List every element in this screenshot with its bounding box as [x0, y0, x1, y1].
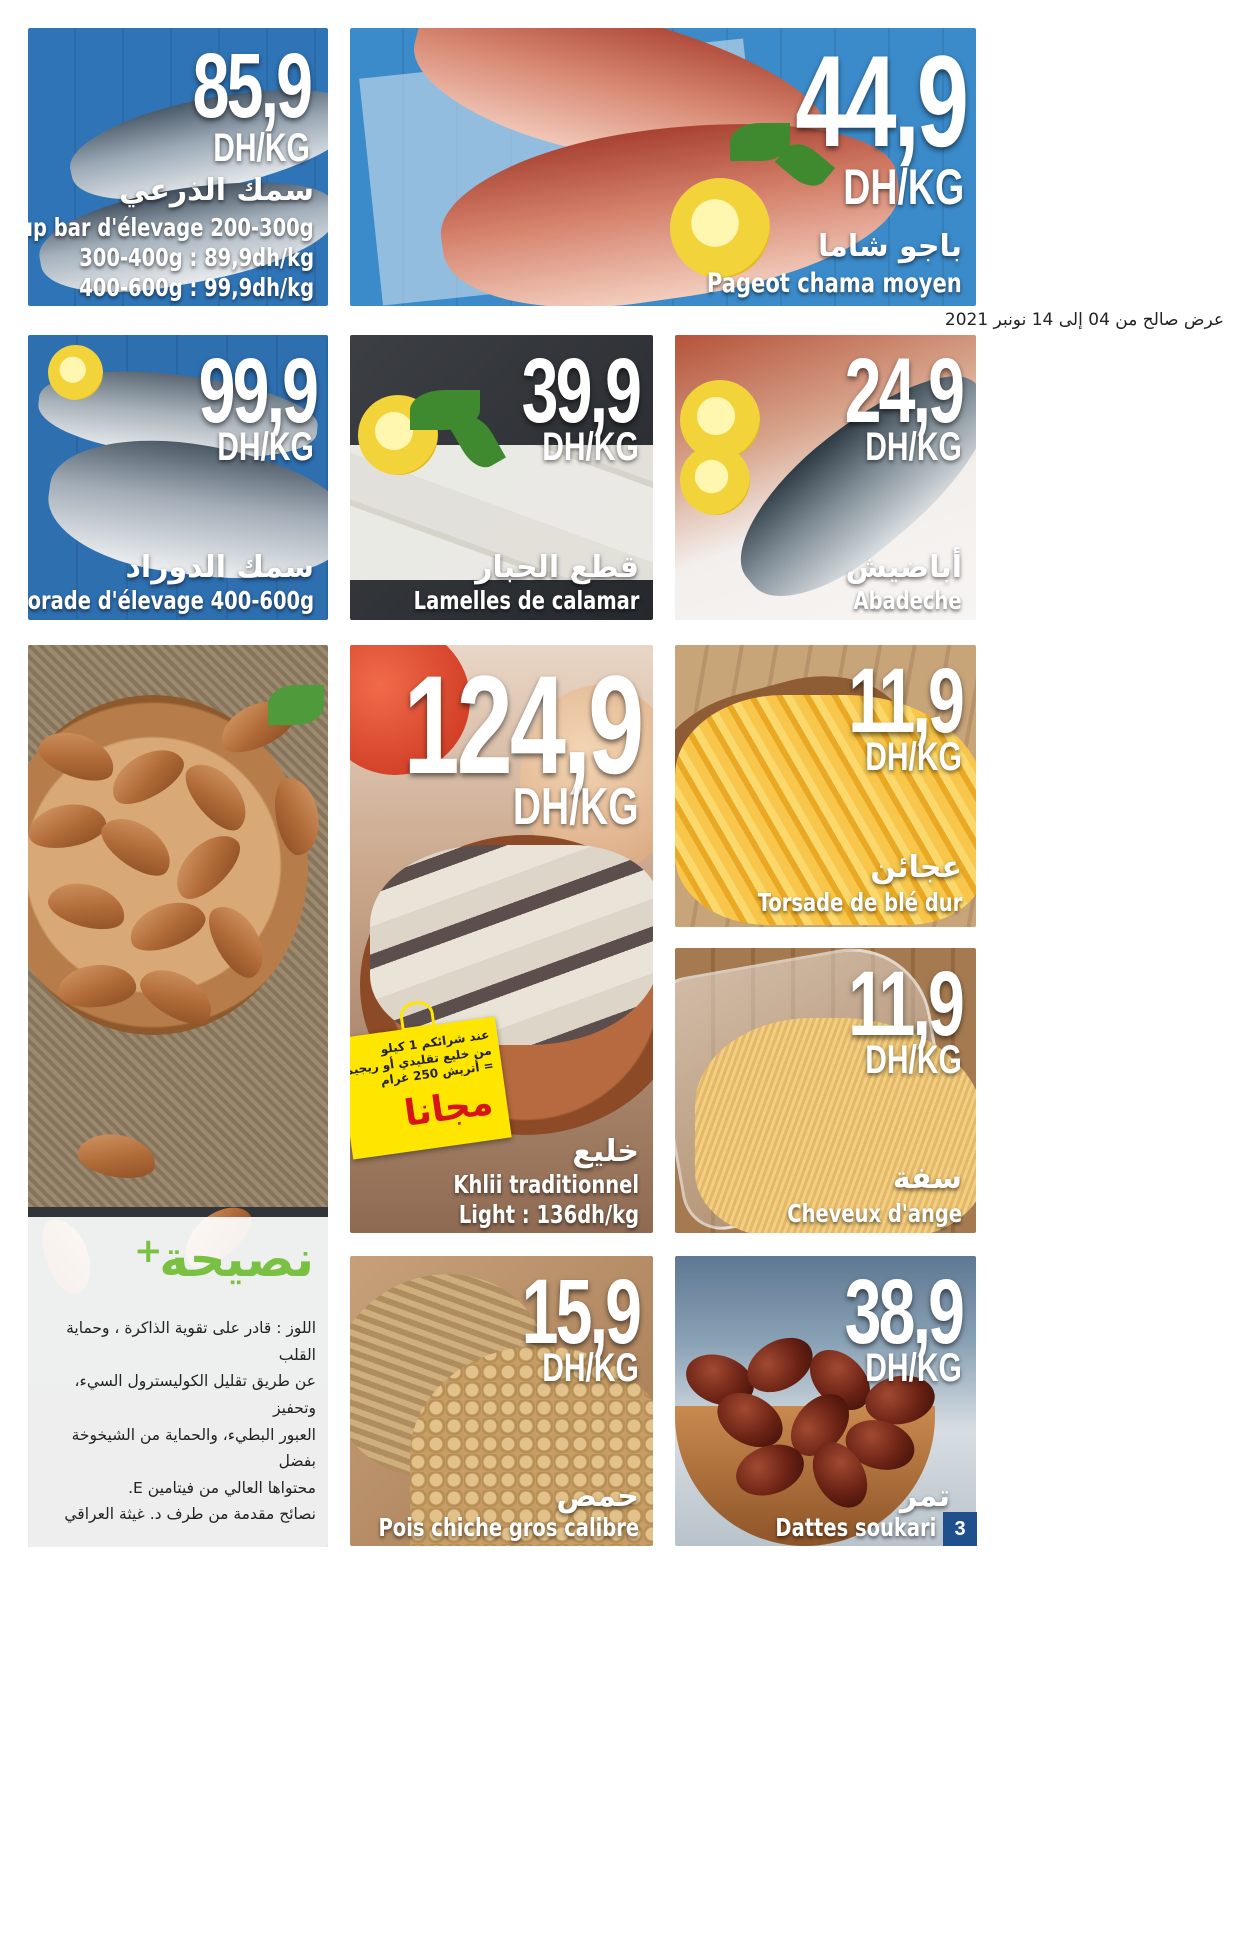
size-tier-2: 400-600g : 99,9dh/kg [79, 273, 314, 302]
arabic-name-torsade: عجائن [870, 850, 962, 885]
mint-leaf [268, 685, 324, 725]
product-card-loup-bar: 85,9 DH/KG سمك الذرعي Loup bar d'élevage… [28, 28, 328, 306]
unit-pois: DH/KG [542, 1346, 639, 1390]
french-name-pois: Pois chiche gros calibre [378, 1513, 639, 1542]
offer-validity: عرض صالح من 04 إلى 14 نونبر 2021 [944, 310, 1224, 330]
french-name-pageot: Pageot chama moyen [707, 268, 962, 299]
arabic-name-dattes: تمر [899, 1479, 950, 1514]
french-name-khlii: Khlii traditionnel [453, 1170, 639, 1199]
tip-line: اللوز : قادر على تقوية الذاكرة ، وحماية … [66, 1319, 316, 1364]
price-pois: 15,9 [521, 1261, 642, 1363]
price-dattes: 38,9 [844, 1261, 965, 1363]
french-name-torsade: Torsade de blé dur [757, 888, 962, 917]
size-tier-1: 300-400g : 89,9dh/kg [79, 243, 314, 272]
product-card-calamar: 39,9 DH/KG قطع الحبار Lamelles de calama… [350, 335, 653, 620]
price-khlii: 124,9 [403, 646, 644, 803]
arabic-name-abadeche: أباضيش [845, 550, 962, 585]
tip-credit: نصائح مقدمة من طرف د. غيثة العراقي [64, 1505, 316, 1523]
product-card-pageot: 44,9 DH/KG باجو شاما Pageot chama moyen [350, 28, 976, 306]
arabic-name-pageot: باجو شاما [817, 229, 962, 264]
gift-free-label: مجانا [401, 1081, 496, 1135]
french-name-dattes: Dattes soukari [775, 1513, 936, 1542]
price-dorade: 99,9 [198, 340, 319, 442]
tip-line: العبور البطيء، والحماية من الشيخوخة بفضل [71, 1425, 316, 1471]
lemon-image [670, 178, 770, 278]
tip-title: نصيحة [159, 1230, 314, 1288]
price-calamar: 39,9 [521, 340, 642, 442]
page-number-badge: 3 [943, 1512, 977, 1546]
arabic-name-pois: حمص [556, 1479, 639, 1514]
almond-tip-card: + نصيحة اللوز : قادر على تقوية الذاكرة ،… [28, 645, 328, 1547]
french-name-cheveux: Cheveux d'ange [787, 1199, 962, 1228]
french-name-calamar: Lamelles de calamar [413, 586, 639, 615]
price-pageot: 44,9 [795, 28, 969, 174]
product-card-khlii: 124,9 DH/KG عند شرائكم 1 كيلو من خليع تق… [350, 645, 653, 1233]
tip-text: اللوز : قادر على تقوية الذاكرة ، وحماية … [31, 1315, 316, 1502]
price-abadeche: 24,9 [844, 340, 965, 442]
product-card-pois-chiche: 15,9 DH/KG حمص Pois chiche gros calibre [350, 1256, 653, 1546]
unit-khlii: DH/KG [513, 778, 639, 836]
price-torsade: 11,9 [848, 650, 965, 752]
french-name-abadeche: Abadeche [853, 586, 962, 615]
product-card-torsade: 11,9 DH/KG عجائن Torsade de blé dur [675, 645, 976, 927]
french-name-loup: Loup bar d'élevage 200-300g [28, 213, 314, 242]
page-number: 3 [954, 1517, 966, 1540]
price-loup: 85,9 [192, 35, 313, 137]
unit-torsade: DH/KG [865, 735, 962, 779]
unit-cheveux: DH/KG [865, 1038, 962, 1082]
arabic-name-loup: سمك الذرعي [119, 173, 314, 208]
lemon-image [680, 445, 750, 515]
unit-calamar: DH/KG [542, 425, 639, 469]
arabic-name-cheveux: سفة [892, 1161, 962, 1196]
arabic-name-calamar: قطع الحبار [475, 550, 639, 585]
arabic-name-dorade: سمك الدوراد [125, 550, 314, 585]
gift-badge: عند شرائكم 1 كيلو من خليع تقليدي أو ريجي… [350, 999, 512, 1160]
unit-abadeche: DH/KG [865, 425, 962, 469]
unit-loup: DH/KG [213, 126, 310, 170]
price-cheveux: 11,9 [848, 953, 965, 1055]
unit-pageot: DH/KG [843, 159, 964, 215]
tip-line: محتواها العالي من فيتامين E. [128, 1478, 316, 1497]
light-price-khlii: Light : 136dh/kg [458, 1200, 639, 1229]
unit-dattes: DH/KG [865, 1346, 962, 1390]
french-name-dorade: Dorade d'élevage 400-600g [28, 586, 314, 615]
unit-dorade: DH/KG [217, 425, 314, 469]
product-card-dattes: 38,9 DH/KG تمر Dattes soukari [675, 1256, 976, 1546]
tip-line: عن طريق تقليل الكوليسترول السيء، وتحفيز [74, 1372, 316, 1417]
product-card-dorade: 99,9 DH/KG سمك الدوراد Dorade d'élevage … [28, 335, 328, 620]
lemon-image [48, 345, 103, 400]
product-card-abadeche: 24,9 DH/KG أباضيش Abadeche [675, 335, 976, 620]
arabic-name-khlii: خليع [572, 1134, 639, 1169]
product-card-cheveux: 11,9 DH/KG سفة Cheveux d'ange [675, 948, 976, 1233]
